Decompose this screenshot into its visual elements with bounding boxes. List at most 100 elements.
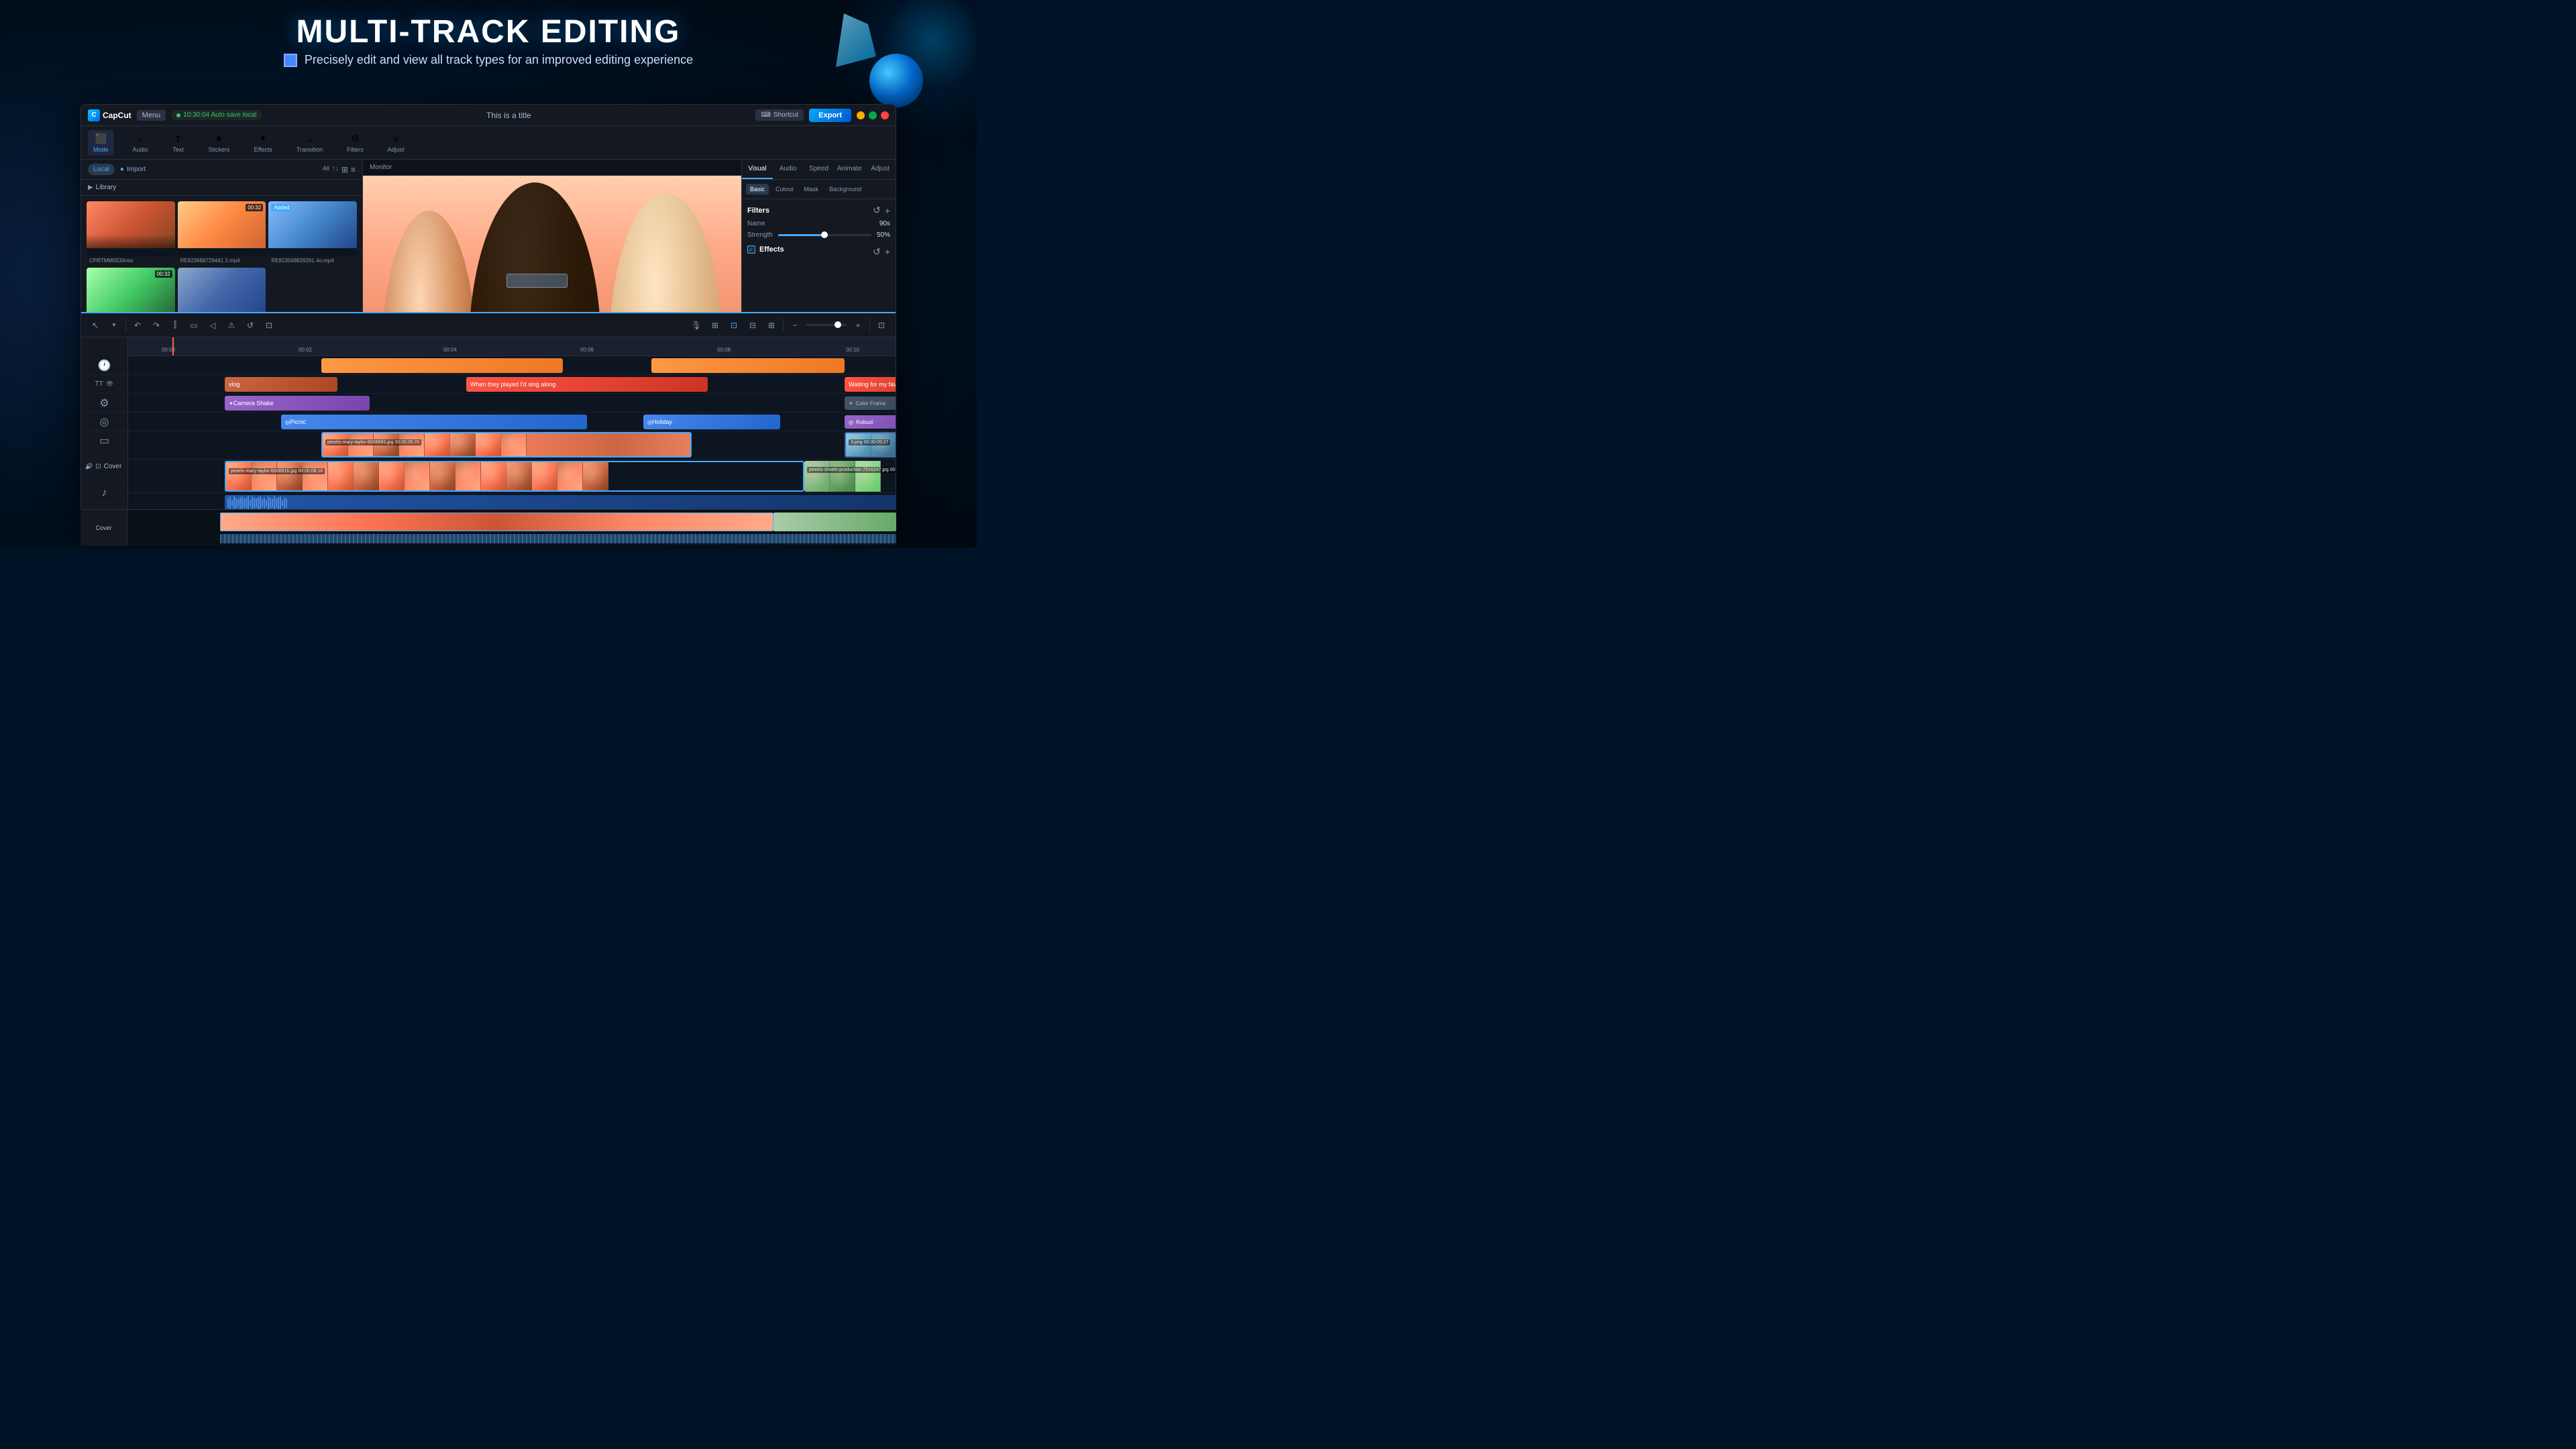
tool-audio[interactable]: ♪ Audio — [127, 130, 154, 156]
timeline-tracks: 🕐 TT 👁 ⚙ ◎ ▭ 🔊 ⊡ Cover — [81, 337, 896, 527]
clip-holiday[interactable]: ◎ Holiday — [643, 415, 780, 429]
wave-14 — [254, 498, 255, 509]
grid-view-button[interactable]: ⊞ — [341, 165, 348, 174]
clip-main-video-2[interactable]: pexels-shvets-production-7516247.jpg 00:… — [804, 461, 896, 492]
tool-prev[interactable]: ◁ — [205, 318, 220, 333]
tab-speed[interactable]: Speed — [804, 160, 835, 179]
effects-add-button[interactable]: + — [885, 246, 890, 258]
zoom-thumb[interactable] — [835, 321, 841, 328]
list-item[interactable]: Added RE823568829291 4o.mp4 — [268, 201, 357, 265]
shortcut-icon: ⌨ — [761, 111, 770, 119]
filters-reset-button[interactable]: ↺ — [873, 205, 881, 216]
maximize-button[interactable] — [869, 111, 877, 119]
media-thumb-3[interactable]: Added — [268, 201, 357, 256]
tab-visual[interactable]: Visual — [742, 160, 773, 179]
tool-mic[interactable]: 🎙 — [689, 318, 704, 333]
clip-orange-2[interactable] — [651, 358, 845, 373]
import-button[interactable]: ● Import — [120, 166, 146, 173]
tool-mode[interactable]: ⬛ Mode — [88, 130, 114, 156]
close-button[interactable] — [881, 111, 889, 119]
tool-rotate[interactable]: ↺ — [243, 318, 258, 333]
clip-video-upper-2[interactable]: 3.png 00:00:05:27 — [845, 432, 896, 458]
tool-view-4[interactable]: ⊞ — [764, 318, 779, 333]
tool-view-3[interactable]: ⊟ — [745, 318, 760, 333]
media-thumb-2[interactable]: 00:32 — [178, 201, 266, 256]
tool-delete[interactable]: ▭ — [186, 318, 201, 333]
ruler-mark-8: 00:08 — [717, 347, 731, 353]
list-item[interactable]: CPRTMM0534nov — [87, 201, 175, 265]
main-video-label: pexels-mary-taylor-6008916.jpg 00:00:08:… — [229, 464, 325, 476]
subtab-cutout[interactable]: Cutout — [771, 184, 798, 195]
tab-local[interactable]: Local — [88, 164, 115, 175]
tool-fullscreen[interactable]: ⊡ — [874, 318, 889, 333]
tool-select[interactable]: ↖ — [88, 318, 103, 333]
import-label: Import — [127, 166, 146, 173]
shortcut-label: Shortcut — [773, 111, 798, 119]
track-label-clock: 🕐 — [81, 356, 127, 375]
tool-redo[interactable]: ↷ — [149, 318, 164, 333]
tab-audio[interactable]: Audio — [773, 160, 804, 179]
tool-text[interactable]: T Text — [167, 130, 190, 156]
tool-view-2[interactable]: ⊡ — [727, 318, 741, 333]
shortcut-button[interactable]: ⌨ Shortcut — [755, 109, 804, 121]
library-section: ▶ Library — [81, 180, 362, 196]
filters-add-button[interactable]: + — [885, 205, 890, 216]
tool-effects[interactable]: ✦ Effects — [249, 130, 278, 156]
clip-label-picnic: Picnic — [290, 419, 306, 425]
effects-header: ✓ Effects ↺ + — [747, 246, 890, 258]
clip-color-frame[interactable]: ✦ Color Frame — [845, 396, 896, 410]
tool-view-1[interactable]: ⊞ — [708, 318, 722, 333]
glasses — [506, 274, 567, 288]
subtab-background[interactable]: Background — [825, 184, 865, 195]
tool-adjust[interactable]: ≡ Adjust — [382, 130, 410, 156]
clip-orange-1[interactable] — [321, 358, 563, 373]
export-button[interactable]: Export — [809, 109, 851, 122]
clip-vlog[interactable]: vlog — [225, 377, 337, 392]
subtab-mask[interactable]: Mask — [800, 184, 823, 195]
effects-checkbox[interactable]: ✓ — [747, 246, 755, 254]
tool-filters[interactable]: ⚙ Filters — [341, 130, 369, 156]
tab-adjust[interactable]: Adjust — [865, 160, 896, 179]
mini-clip-cover-2[interactable] — [773, 513, 896, 531]
timeline-toolbar: ↖ ▼ ↶ ↷ ⫿ ▭ ◁ ⚠ ↺ ⊡ 🎙 ⊞ ⊡ ⊟ ⊞ − + — [81, 313, 896, 337]
wave-10 — [246, 498, 247, 508]
clip-waiting[interactable]: Waiting for my favorite songs — [845, 377, 896, 392]
list-view-button[interactable]: ≡ — [351, 165, 356, 174]
clip-picnic[interactable]: ◎ Picnic — [281, 415, 587, 429]
tool-dropdown[interactable]: ▼ — [107, 318, 121, 333]
minimize-button[interactable] — [857, 111, 865, 119]
tool-split[interactable]: ⫿ — [168, 318, 182, 333]
mini-clip-cover[interactable] — [220, 513, 773, 531]
clip-label-camera-shake: Camera Shake — [233, 400, 274, 407]
media-thumb-1[interactable] — [87, 201, 175, 256]
clip-robust[interactable]: ◎ Robust — [845, 415, 896, 429]
track-area[interactable]: 00:00 00:02 00:04 00:06 00:08 00:10 — [128, 337, 896, 527]
tool-stickers[interactable]: ★ Stickers — [203, 130, 235, 156]
tool-warn[interactable]: ⚠ — [224, 318, 239, 333]
filter-strength-slider[interactable] — [778, 234, 871, 236]
tool-undo[interactable]: ↶ — [130, 318, 145, 333]
mini-clip-audio[interactable] — [220, 534, 896, 543]
cover-label: Cover — [104, 463, 122, 470]
tool-transition[interactable]: ↔ Transition — [291, 130, 328, 156]
media-duration-2: 00:32 — [246, 204, 263, 211]
menu-button[interactable]: Menu — [137, 110, 166, 121]
list-item[interactable]: 00:32 RE823688729441 2.mp4 — [178, 201, 266, 265]
clip-camera-shake[interactable]: ✦ Camera Shake — [225, 396, 370, 411]
tool-crop[interactable]: ⊡ — [262, 318, 276, 333]
wave-8 — [241, 496, 243, 510]
track-row-ai: ◎ Picnic ◎ Holiday ◎ Robust — [128, 413, 896, 431]
tab-animate[interactable]: Animate — [834, 160, 865, 179]
tool-zoom-in[interactable]: + — [851, 318, 865, 333]
playhead[interactable] — [172, 337, 174, 356]
clip-main-video-1[interactable]: pexels-mary-taylor-6008916.jpg 00:00:08:… — [225, 461, 804, 492]
tool-zoom-out[interactable]: − — [788, 318, 802, 333]
clip-video-upper-1[interactable]: pexels-mary-taylor-6008893.jpg 00:00:05:… — [321, 432, 692, 458]
wave-7 — [239, 497, 241, 509]
zoom-slider[interactable] — [806, 324, 847, 326]
effects-reset-button[interactable]: ↺ — [873, 246, 881, 258]
slider-thumb[interactable] — [821, 231, 828, 238]
audio-label: Audio — [133, 146, 148, 153]
clip-sing-along[interactable]: When they played I'd sing along — [466, 377, 708, 392]
subtab-basic[interactable]: Basic — [746, 184, 769, 195]
